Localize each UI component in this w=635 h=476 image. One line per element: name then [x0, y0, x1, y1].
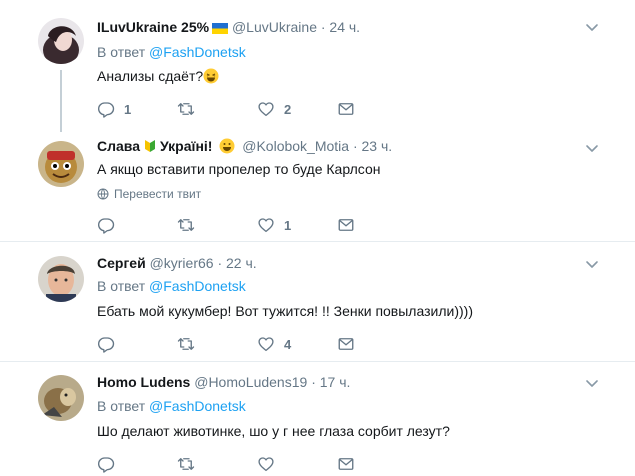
chevron-down-icon[interactable]	[584, 256, 600, 272]
avatar[interactable]	[38, 141, 84, 187]
chevron-down-icon[interactable]	[584, 140, 600, 156]
tweet-header: Homo Ludens @HomoLudens19 · 17 ч.	[97, 374, 350, 390]
reply-prefix: В ответ	[97, 278, 146, 294]
reply-context: В ответ @FashDonetsk	[97, 398, 246, 414]
direct-message-button[interactable]	[337, 334, 355, 354]
chevron-down-icon[interactable]	[584, 375, 600, 391]
display-name[interactable]: Сергей	[97, 255, 146, 271]
reply-prefix: В ответ	[97, 44, 146, 60]
reply-icon	[97, 335, 115, 353]
laughing-emoji-icon	[203, 68, 219, 84]
envelope-icon	[337, 100, 355, 118]
avatar[interactable]	[38, 375, 84, 421]
heart-icon	[257, 455, 275, 473]
tweet-time[interactable]: · 22 ч.	[217, 255, 256, 271]
ukraine-flag-icon	[212, 23, 229, 34]
display-name[interactable]: Слава Україні!	[97, 138, 212, 154]
tweet-text-content: Анализы сдаёт?	[97, 68, 204, 84]
tweet-actions	[97, 454, 367, 474]
tweet-1[interactable]: ILuvUkraine 25% @LuvUkraine · 24 ч. В от…	[0, 0, 635, 132]
like-button[interactable]	[257, 454, 284, 474]
envelope-icon	[337, 455, 355, 473]
reply-button[interactable]	[97, 454, 124, 474]
grinning-emoji-icon	[219, 138, 235, 154]
tweet-actions: 1	[97, 215, 367, 235]
tweet-time[interactable]: · 17 ч.	[311, 374, 350, 390]
direct-message-button[interactable]	[337, 215, 355, 235]
like-button[interactable]: 1	[257, 215, 291, 235]
retweet-icon	[177, 335, 195, 353]
reply-button[interactable]	[97, 215, 124, 235]
tweet-text: Анализы сдаёт?	[97, 68, 219, 84]
envelope-icon	[337, 335, 355, 353]
like-count: 2	[284, 101, 292, 117]
direct-message-button[interactable]	[337, 99, 355, 119]
user-handle[interactable]: @kyrier66	[150, 255, 214, 271]
reply-to-link[interactable]: @FashDonetsk	[149, 44, 246, 60]
heart-icon	[257, 335, 275, 353]
tweet-2[interactable]: Слава Україні! @Kolobok_Motia · 23 ч. А я…	[0, 130, 635, 241]
reply-icon	[97, 455, 115, 473]
tweet-header: Сергей @kyrier66 · 22 ч.	[97, 255, 257, 271]
reply-to-link[interactable]: @FashDonetsk	[149, 278, 246, 294]
retweet-button[interactable]	[177, 454, 204, 474]
heart-icon	[257, 216, 275, 234]
tweet-actions: 1 2	[97, 99, 367, 119]
reply-icon	[97, 100, 115, 118]
display-name-part-2: Україні!	[160, 138, 213, 154]
tweet-header: ILuvUkraine 25% @LuvUkraine · 24 ч.	[97, 19, 360, 35]
reply-button[interactable]: 1	[97, 99, 131, 119]
tweet-4[interactable]: Homo Ludens @HomoLudens19 · 17 ч. В отве…	[0, 362, 635, 476]
like-button[interactable]: 4	[257, 334, 291, 354]
reply-context: В ответ @FashDonetsk	[97, 44, 246, 60]
tweet-text: Шо делают животинке, шо у г нее глаза со…	[97, 423, 450, 439]
translate-label: Перевести твит	[114, 187, 202, 201]
reply-count: 1	[124, 101, 132, 117]
user-handle[interactable]: @HomoLudens19	[194, 374, 307, 390]
reply-prefix: В ответ	[97, 398, 146, 414]
tweet-3[interactable]: Сергей @kyrier66 · 22 ч. В ответ @FashDo…	[0, 242, 635, 361]
retweet-button[interactable]	[177, 99, 204, 119]
retweet-icon	[177, 100, 195, 118]
reply-context: В ответ @FashDonetsk	[97, 278, 246, 294]
chevron-down-icon[interactable]	[584, 19, 600, 35]
tweet-text: Ебать мой кукумбер! Вот тужится! !! Зенк…	[97, 303, 473, 319]
display-name[interactable]: ILuvUkraine 25%	[97, 19, 209, 35]
avatar[interactable]	[38, 18, 84, 64]
avatar[interactable]	[38, 256, 84, 302]
retweet-icon	[177, 216, 195, 234]
user-handle[interactable]: @Kolobok_Motia	[242, 138, 349, 154]
retweet-icon	[177, 455, 195, 473]
reply-to-link[interactable]: @FashDonetsk	[149, 398, 246, 414]
beginner-shield-icon	[145, 140, 155, 152]
envelope-icon	[337, 216, 355, 234]
reply-icon	[97, 216, 115, 234]
translate-link[interactable]: Перевести твит	[97, 187, 201, 201]
direct-message-button[interactable]	[337, 454, 355, 474]
tweet-text: А якщо вставити пропелер то буде Карлсон	[97, 161, 381, 177]
user-handle[interactable]: @LuvUkraine	[232, 19, 317, 35]
like-count: 1	[284, 217, 292, 233]
retweet-button[interactable]	[177, 215, 204, 235]
tweet-time[interactable]: · 24 ч.	[321, 19, 360, 35]
tweet-time[interactable]: · 23 ч.	[353, 138, 392, 154]
display-name-part-1: Слава	[97, 138, 140, 154]
heart-icon	[257, 100, 275, 118]
retweet-button[interactable]	[177, 334, 204, 354]
reply-button[interactable]	[97, 334, 124, 354]
display-name[interactable]: Homo Ludens	[97, 374, 190, 390]
tweet-header: Слава Україні! @Kolobok_Motia · 23 ч.	[97, 138, 392, 154]
thread-line	[60, 70, 62, 132]
like-count: 4	[284, 336, 292, 352]
tweet-actions: 4	[97, 334, 367, 354]
globe-icon	[97, 188, 109, 200]
like-button[interactable]: 2	[257, 99, 291, 119]
